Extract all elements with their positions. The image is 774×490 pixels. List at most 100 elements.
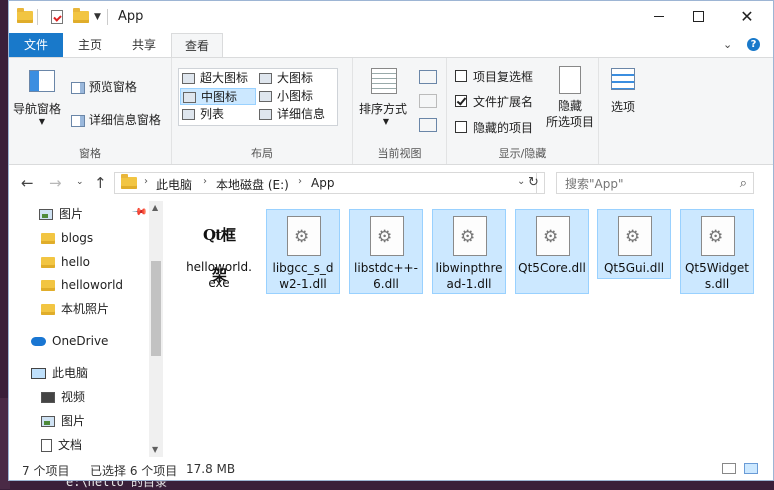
hide-selected-label: 隐藏 所选项目: [545, 99, 594, 129]
nav-item-blogs[interactable]: blogs: [41, 227, 93, 249]
scrollbar-thumb[interactable]: [151, 261, 161, 356]
tab-share[interactable]: 共享: [117, 33, 171, 57]
file-item-helloworld-exe[interactable]: Qt框架 helloworld.exe: [182, 209, 256, 294]
chevron-down-icon[interactable]: ▼: [94, 8, 101, 26]
nav-pane-button[interactable]: 导航窗格 ▼: [13, 66, 71, 128]
current-view-group: 排序方式 ▼ 当前视图: [353, 58, 447, 164]
details-pane-button[interactable]: 详细信息窗格: [71, 111, 161, 128]
forward-arrow-icon[interactable]: →: [49, 174, 62, 192]
file-item-libwinpthread[interactable]: libwinpthread-1.dll: [432, 209, 506, 294]
size-columns-icon[interactable]: [419, 118, 437, 132]
nav-item-videos[interactable]: 视频: [41, 386, 85, 408]
hide-selected-button[interactable]: 隐藏 所选项目: [543, 66, 597, 130]
breadcrumb-local-disk[interactable]: 本地磁盘 (E:): [216, 176, 289, 193]
videos-icon: [41, 391, 55, 403]
file-item-libgcc[interactable]: libgcc_s_dw2-1.dll: [266, 209, 340, 294]
hidden-items-checkbox[interactable]: [455, 121, 467, 133]
selection-size: 17.8 MB: [186, 462, 236, 476]
options-button[interactable]: 选项: [605, 68, 641, 115]
chevron-right-icon[interactable]: ›: [298, 176, 302, 187]
folder-icon: [41, 303, 55, 315]
search-input[interactable]: [563, 174, 727, 194]
preview-pane-button[interactable]: 预览窗格: [71, 78, 137, 95]
layout-large-icons[interactable]: 大图标: [257, 70, 335, 87]
nav-item-local-photos[interactable]: 本机照片: [41, 298, 109, 320]
file-item-libstdc[interactable]: libstdc++-6.dll: [349, 209, 423, 294]
refresh-button[interactable]: ↻: [523, 172, 545, 194]
file-extensions-checkbox[interactable]: [455, 95, 467, 107]
large-icons-view-icon[interactable]: [744, 463, 758, 474]
file-item-qt5gui[interactable]: Qt5Gui.dll: [597, 209, 671, 279]
sort-by-label: 排序方式: [359, 102, 408, 116]
layout-group-label: 布局: [251, 147, 273, 160]
layout-medium-icons[interactable]: 中图标: [180, 88, 256, 105]
search-icon[interactable]: ⌕: [740, 176, 747, 191]
pin-icon[interactable]: 📌: [131, 204, 148, 221]
add-columns-icon[interactable]: [419, 94, 437, 108]
scroll-down-icon[interactable]: ▼: [152, 445, 158, 454]
scroll-up-icon[interactable]: ▲: [152, 203, 158, 212]
file-name: libwinpthread-1.dll: [435, 261, 503, 291]
sort-by-button[interactable]: 排序方式 ▼: [359, 68, 413, 130]
options-label: 选项: [610, 100, 635, 114]
dll-file-icon: [701, 216, 735, 256]
navpane-scrollbar[interactable]: ▲ ▼: [149, 201, 163, 457]
chevron-right-icon[interactable]: ›: [203, 176, 207, 187]
computer-icon: [31, 367, 46, 379]
dll-file-icon: [370, 216, 404, 256]
dll-file-icon: [287, 216, 321, 256]
nav-item-hello[interactable]: hello: [41, 251, 90, 273]
properties-icon[interactable]: [51, 8, 63, 26]
layout-small-icons[interactable]: 小图标: [257, 88, 335, 105]
item-count: 7 个项目: [22, 464, 70, 478]
tab-view[interactable]: 查看: [171, 33, 223, 57]
current-view-group-label: 当前视图: [377, 147, 422, 160]
breadcrumb-this-pc[interactable]: 此电脑: [156, 176, 192, 193]
tab-home[interactable]: 主页: [63, 33, 117, 57]
close-icon: ✕: [740, 7, 754, 26]
nav-item-this-pc[interactable]: 此电脑: [31, 362, 88, 384]
search-box[interactable]: ⌕: [556, 172, 754, 194]
nav-item-pictures-pc[interactable]: 图片: [41, 410, 85, 432]
breadcrumb-app[interactable]: App: [311, 176, 334, 190]
address-bar[interactable]: › 此电脑 › 本地磁盘 (E:) › App ⌄: [114, 172, 537, 194]
nav-item-helloworld[interactable]: helloworld: [41, 274, 123, 296]
hidden-items-label: 隐藏的项目: [473, 121, 534, 135]
help-icon[interactable]: ?: [747, 38, 760, 51]
up-arrow-icon[interactable]: ↑: [94, 174, 107, 192]
file-item-qt5widgets[interactable]: Qt5Widgets.dll: [680, 209, 754, 294]
selection-count: 已选择 6 个项目: [90, 464, 178, 478]
ribbon-expand-icon[interactable]: ⌄: [723, 38, 732, 51]
file-name: helloworld.exe: [186, 260, 252, 290]
minimize-icon: [654, 16, 664, 17]
file-name: libstdc++-6.dll: [354, 261, 418, 291]
nav-item-documents[interactable]: 文档: [41, 434, 82, 456]
layout-list[interactable]: 列表: [180, 106, 256, 123]
layout-gallery: 超大图标 大图标 中图标 小图标 列表 详细信息: [178, 68, 338, 126]
details-pane-label: 详细信息窗格: [88, 113, 161, 127]
new-folder-icon[interactable]: [73, 8, 89, 26]
qa-separator-2: [107, 8, 108, 26]
file-item-qt5core[interactable]: Qt5Core.dll: [515, 209, 589, 294]
nav-item-onedrive[interactable]: OneDrive: [31, 330, 108, 352]
folder-icon: [41, 279, 55, 291]
back-arrow-icon[interactable]: ←: [21, 174, 34, 192]
layout-details[interactable]: 详细信息: [257, 106, 335, 123]
group-by-icon[interactable]: [419, 70, 437, 84]
recent-locations-icon[interactable]: ⌄: [76, 177, 84, 187]
maximize-icon: [692, 11, 704, 22]
chevron-right-icon[interactable]: ›: [144, 176, 148, 187]
show-hide-group-label: 显示/隐藏: [498, 147, 547, 160]
item-checkboxes-checkbox[interactable]: [455, 70, 467, 82]
layout-extra-large-icons[interactable]: 超大图标: [180, 70, 256, 87]
tab-file[interactable]: 文件: [9, 33, 63, 57]
details-view-icon[interactable]: [722, 463, 736, 474]
file-list: Qt框架 helloworld.exe libgcc_s_dw2-1.dll l…: [163, 201, 773, 457]
chevron-down-icon: ▼: [38, 117, 46, 126]
file-name: libgcc_s_dw2-1.dll: [272, 261, 334, 291]
maximize-button[interactable]: [675, 1, 721, 32]
qa-separator: [37, 8, 38, 26]
location-folder-icon: [121, 174, 137, 189]
nav-item-pictures[interactable]: 图片: [39, 203, 83, 225]
close-button[interactable]: ✕: [724, 1, 770, 32]
